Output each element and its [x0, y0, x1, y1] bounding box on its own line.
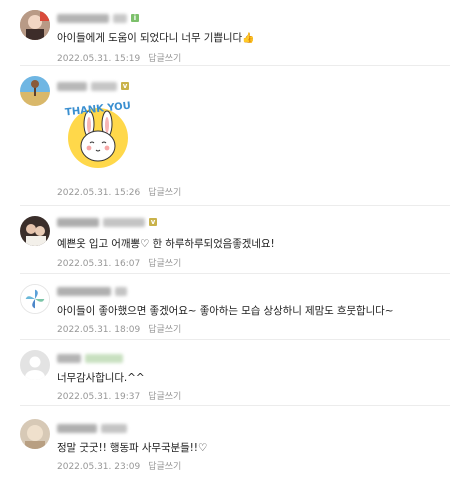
- avatar-image: [20, 216, 50, 246]
- author-name[interactable]: [57, 285, 127, 297]
- comment-text: 너무감사합니다.^^: [57, 372, 145, 384]
- comment-date: 2022.05.31. 16:07: [57, 259, 141, 269]
- avatar[interactable]: [20, 216, 50, 246]
- comment-date: 2022.05.31. 18:09: [57, 325, 141, 335]
- comment-meta: 2022.05.31. 15:19 답글쓰기: [57, 51, 181, 64]
- reply-button[interactable]: 답글쓰기: [148, 325, 181, 335]
- reply-button[interactable]: 답글쓰기: [148, 54, 181, 64]
- reply-button[interactable]: 답글쓰기: [148, 259, 181, 269]
- avatar[interactable]: [20, 284, 50, 314]
- comment-text: 아이들에게 도움이 되었다니 너무 기쁩니다👍: [57, 32, 255, 44]
- author-name[interactable]: v: [57, 80, 129, 92]
- comment-date: 2022.05.31. 15:19: [57, 54, 141, 64]
- comment-item: 아이들이 좋아했으면 좋겠어요~ 좋아하는 모습 상상하니 제맘도 흐뭇합니다~…: [0, 274, 450, 340]
- badge-icon: v: [121, 82, 129, 90]
- reply-button[interactable]: 답글쓰기: [148, 462, 181, 472]
- badge-icon: i: [131, 14, 139, 22]
- comment-date: 2022.05.31. 15:26: [57, 188, 141, 198]
- comment-item: v 예쁜옷 입고 어깨뽕♡ 한 하루하루되었음좋겠네요! 2022.05.31.…: [0, 206, 450, 274]
- avatar[interactable]: [20, 419, 50, 449]
- author-name[interactable]: [57, 422, 127, 434]
- comment-text: 아이들이 좋아했으면 좋겠어요~ 좋아하는 모습 상상하니 제맘도 흐뭇합니다~: [57, 305, 394, 317]
- reply-button[interactable]: 답글쓰기: [148, 392, 181, 402]
- badge-icon: v: [149, 218, 157, 226]
- thank-you-sticker: THANK YOU: [60, 96, 136, 172]
- author-name[interactable]: v: [57, 216, 157, 228]
- avatar-image: [20, 419, 50, 449]
- comment-item: 너무감사합니다.^^ 2022.05.31. 19:37 답글쓰기: [0, 340, 450, 406]
- avatar[interactable]: [20, 76, 50, 106]
- comment-text: 정말 굿굿!! 행동파 사무국분들!!♡: [57, 442, 208, 454]
- avatar-image: [21, 285, 49, 313]
- comment-meta: 2022.05.31. 23:09 답글쓰기: [57, 459, 181, 472]
- comment-item: 정말 굿굿!! 행동파 사무국분들!!♡ 2022.05.31. 23:09 답글…: [0, 406, 450, 477]
- avatar[interactable]: [20, 350, 50, 380]
- comment-meta: 2022.05.31. 15:26 답글쓰기: [57, 185, 181, 198]
- author-name[interactable]: [57, 352, 123, 364]
- reply-button[interactable]: 답글쓰기: [148, 188, 181, 198]
- avatar[interactable]: [20, 10, 50, 40]
- comment-text: 예쁜옷 입고 어깨뽕♡ 한 하루하루되었음좋겠네요!: [57, 238, 275, 250]
- default-profile-icon: [20, 350, 50, 380]
- comment-meta: 2022.05.31. 18:09 답글쓰기: [57, 322, 181, 335]
- comment-meta: 2022.05.31. 16:07 답글쓰기: [57, 256, 181, 269]
- comment-item: v THANK YOU 2022.05.31. 15:26 답글쓰기: [0, 66, 450, 206]
- avatar-image: [20, 76, 50, 106]
- avatar-image: [20, 10, 50, 40]
- comment-meta: 2022.05.31. 19:37 답글쓰기: [57, 389, 181, 402]
- author-name[interactable]: i: [57, 12, 139, 24]
- comment-item: i 아이들에게 도움이 되었다니 너무 기쁩니다👍 2022.05.31. 15…: [0, 0, 450, 66]
- comment-date: 2022.05.31. 19:37: [57, 392, 141, 402]
- comment-date: 2022.05.31. 23:09: [57, 462, 141, 472]
